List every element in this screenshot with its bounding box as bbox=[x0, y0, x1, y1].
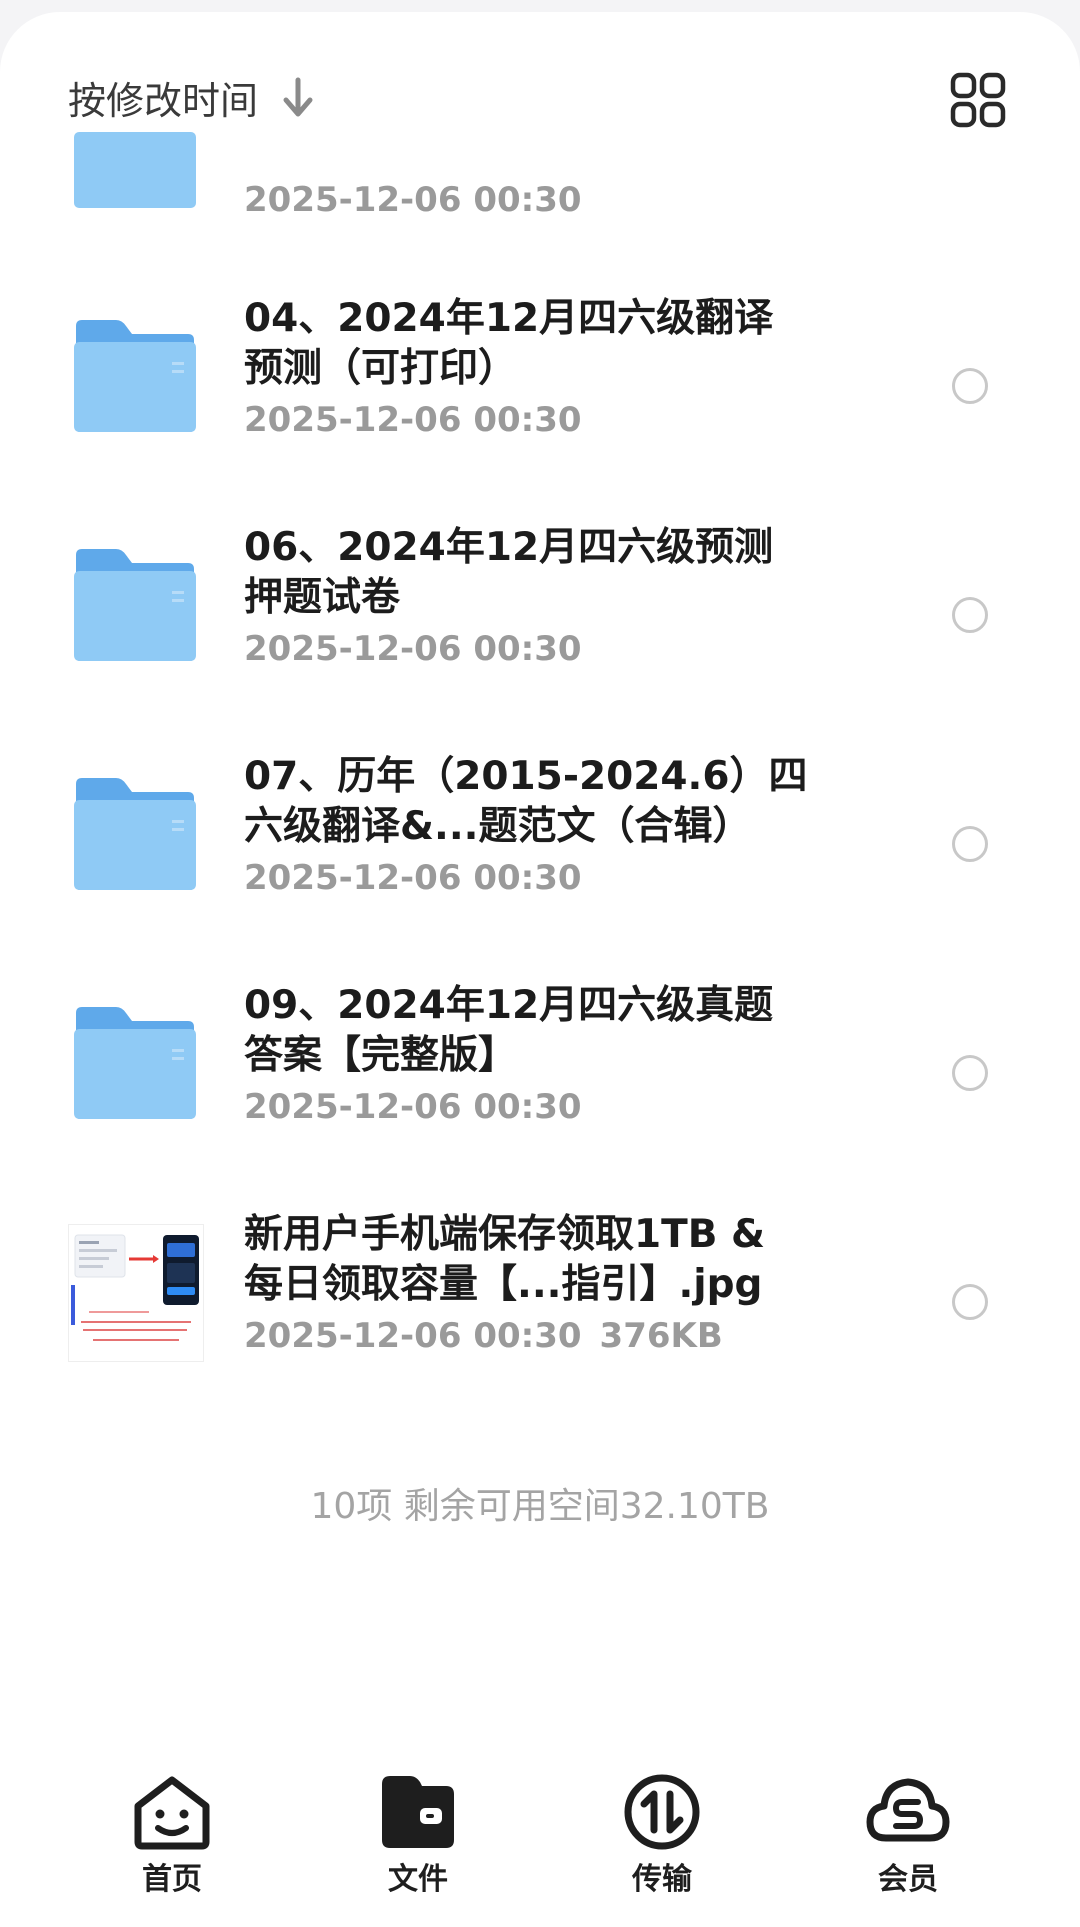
file-row[interactable]: 06、2024年12月四六级预测 押题试卷 2025-12-06 00:30 bbox=[0, 523, 1080, 673]
file-date: 2025-12-06 00:30 bbox=[244, 1316, 582, 1356]
select-radio[interactable] bbox=[952, 826, 988, 862]
grid-view-icon[interactable] bbox=[950, 72, 1006, 128]
bottom-tab-bar: 首页 文件 传输 会员 bbox=[0, 1772, 1080, 1927]
file-row[interactable]: 04、2024年12月四六级翻译 预测（可打印） 2025-12-06 00:3… bbox=[0, 294, 1080, 444]
file-list-sheet: 按修改时间 2025-12-06 00:30 04、2024年12月四六级翻译 … bbox=[0, 12, 1080, 1927]
folder-icon bbox=[74, 778, 196, 890]
select-radio[interactable] bbox=[952, 1284, 988, 1320]
file-row[interactable]: 09、2024年12月四六级真题 答案【完整版】 2025-12-06 00:3… bbox=[0, 981, 1080, 1131]
file-date: 2025-12-06 00:30 bbox=[244, 629, 582, 669]
file-name: 答案【完整版】 bbox=[244, 1033, 518, 1078]
select-radio[interactable] bbox=[952, 368, 988, 404]
home-smile-icon bbox=[134, 1776, 210, 1850]
folder-icon bbox=[74, 1007, 196, 1119]
file-date: 2025-12-06 00:30 bbox=[244, 180, 582, 220]
file-row[interactable]: 07、历年（2015-2024.6）四 六级翻译&...题范文（合辑） 2025… bbox=[0, 752, 1080, 902]
folder-icon bbox=[74, 132, 196, 208]
file-name: 07、历年（2015-2024.6）四 bbox=[244, 754, 808, 799]
storage-summary: 10项 剩余可用空间32.10TB bbox=[310, 1486, 770, 1527]
file-date: 2025-12-06 00:30 bbox=[244, 858, 582, 898]
tab-home[interactable]: 首页 bbox=[92, 1772, 252, 1898]
file-name: 04、2024年12月四六级翻译 bbox=[244, 296, 774, 341]
folder-icon bbox=[74, 320, 196, 432]
tab-transfer[interactable]: 传输 bbox=[582, 1772, 742, 1898]
file-name: 06、2024年12月四六级预测 bbox=[244, 525, 774, 570]
file-size: 376KB bbox=[599, 1316, 723, 1356]
tab-files[interactable]: 文件 bbox=[338, 1772, 498, 1898]
file-name: 每日领取容量【...指引】.jpg bbox=[244, 1262, 763, 1307]
file-row[interactable]: 2025-12-06 00:30 bbox=[0, 132, 1080, 242]
tab-label: 传输 bbox=[632, 1862, 692, 1897]
file-name: 六级翻译&...题范文（合辑） bbox=[244, 804, 752, 849]
select-radio[interactable] bbox=[952, 597, 988, 633]
wallet-folder-icon bbox=[382, 1776, 454, 1848]
select-radio[interactable] bbox=[952, 1055, 988, 1091]
tab-member[interactable]: 会员 bbox=[828, 1772, 988, 1898]
folder-icon bbox=[74, 549, 196, 661]
image-thumbnail bbox=[68, 1224, 204, 1362]
cloud-member-icon bbox=[866, 1778, 950, 1842]
transfer-icon bbox=[624, 1774, 700, 1850]
file-date: 2025-12-06 00:30 bbox=[244, 400, 582, 440]
sort-selector[interactable]: 按修改时间 bbox=[68, 70, 316, 125]
file-name: 预测（可打印） bbox=[244, 346, 518, 391]
sort-label: 按修改时间 bbox=[68, 79, 259, 123]
tab-label: 首页 bbox=[142, 1862, 202, 1897]
tab-label: 会员 bbox=[878, 1862, 938, 1897]
file-row[interactable]: 新用户手机端保存领取1TB & 每日领取容量【...指引】.jpg 2025-1… bbox=[0, 1210, 1080, 1362]
file-date: 2025-12-06 00:30 bbox=[244, 1087, 582, 1127]
file-name: 押题试卷 bbox=[244, 575, 401, 620]
tab-label: 文件 bbox=[388, 1862, 448, 1897]
file-name: 09、2024年12月四六级真题 bbox=[244, 983, 774, 1028]
file-name: 新用户手机端保存领取1TB & bbox=[244, 1212, 766, 1257]
arrow-down-icon bbox=[283, 77, 313, 116]
